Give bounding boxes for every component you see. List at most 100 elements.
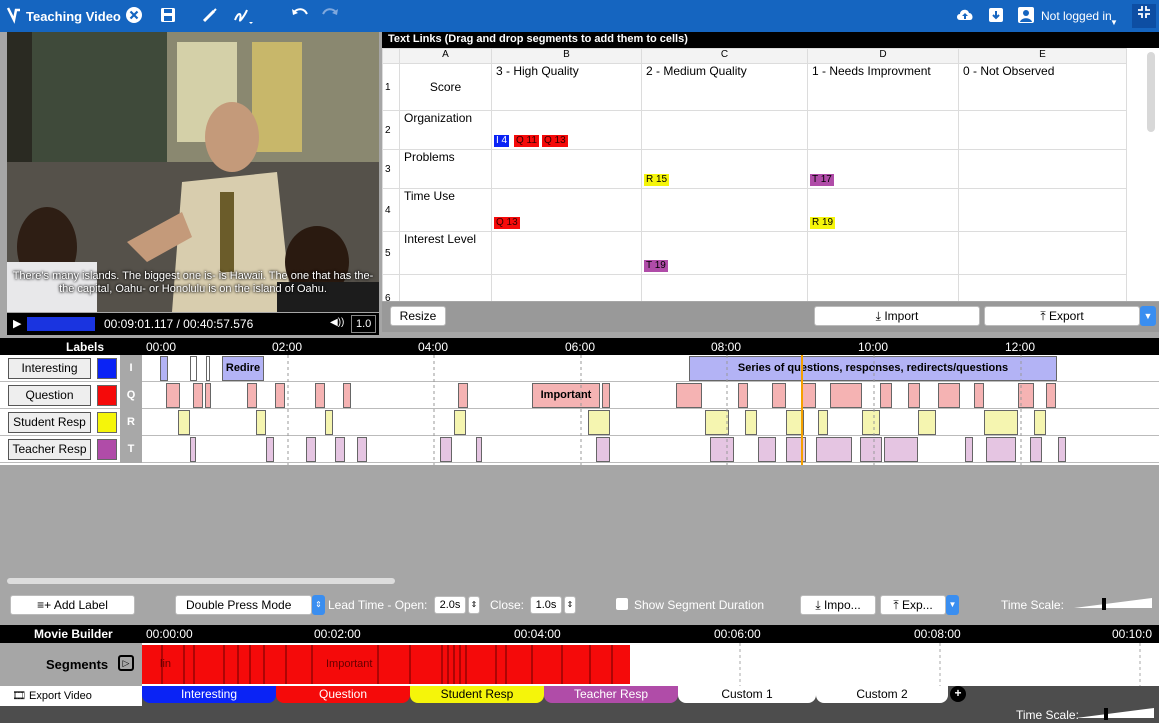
redo-icon[interactable]	[320, 6, 340, 26]
segment-chip[interactable]: Q 11	[514, 135, 539, 147]
segment-chip[interactable]: R 15	[644, 174, 670, 186]
segment-chip[interactable]: T 19	[644, 260, 668, 272]
upload-icon: ⤒	[893, 598, 902, 612]
user-icon[interactable]	[1016, 6, 1036, 26]
import-button[interactable]: ⤓ Impo...	[800, 595, 876, 615]
tab-question[interactable]: Question	[276, 686, 410, 703]
cell[interactable]	[958, 110, 1127, 150]
movie-segment-text: lin	[160, 658, 172, 670]
cell[interactable]	[491, 274, 642, 301]
import-button[interactable]: ⤓ Import	[814, 306, 980, 326]
lead-open-input[interactable]: 2.0s	[434, 596, 466, 614]
play-icon[interactable]: ▶	[13, 317, 21, 330]
cell[interactable]: R 15	[641, 149, 808, 189]
close-input[interactable]: 1.0s	[530, 596, 562, 614]
tab-interesting[interactable]: Interesting	[142, 686, 276, 703]
cell[interactable]	[641, 188, 808, 232]
cell[interactable]	[491, 149, 642, 189]
show-duration-checkbox[interactable]	[616, 598, 628, 610]
movie-segments-row[interactable]: Segments ▷ lin Important	[0, 643, 1159, 686]
cell[interactable]: T 17	[807, 149, 959, 189]
video-player[interactable]: There's many islands. The biggest one is…	[7, 32, 379, 312]
time-tick: 06:00	[565, 340, 596, 354]
cell[interactable]	[641, 274, 808, 301]
labels-header: Labels	[66, 340, 105, 354]
cell[interactable]	[958, 149, 1127, 189]
save-icon[interactable]	[158, 6, 178, 26]
cell[interactable]: Problems	[399, 149, 492, 189]
movie-builder-header: Movie Builder	[34, 627, 113, 641]
timeline-scrollbar[interactable]	[7, 578, 395, 584]
column-header[interactable]: E	[958, 48, 1127, 64]
cloud-upload-icon[interactable]	[955, 6, 975, 26]
tab-custom-2[interactable]: Custom 2	[816, 686, 948, 703]
add-label-button[interactable]: ≡+ Add Label	[10, 595, 135, 615]
cell[interactable]: Score	[399, 63, 492, 111]
collapse-icon[interactable]	[1132, 4, 1156, 28]
stepper-icon[interactable]: ⇕	[468, 596, 480, 614]
undo-icon[interactable]	[290, 6, 310, 26]
grid-scrollbar[interactable]	[1147, 52, 1155, 132]
segment-chip[interactable]: R 19	[810, 217, 836, 229]
playback-speed[interactable]: 1.0	[351, 315, 377, 333]
cell[interactable]	[399, 274, 492, 301]
cell[interactable]: 1 - Needs Improvment	[807, 63, 959, 111]
cell[interactable]	[641, 110, 808, 150]
cell[interactable]	[958, 231, 1127, 275]
time-scale-slider[interactable]	[1072, 596, 1154, 612]
video-title: Teaching Video	[26, 9, 121, 24]
movie-builder-footer: 🎞 Export Video Interesting Question Stud…	[0, 686, 1159, 723]
volume-icon[interactable]: ◀))	[330, 317, 344, 328]
download-box-icon[interactable]	[986, 6, 1006, 26]
cell[interactable]: Interest Level	[399, 231, 492, 275]
cell[interactable]	[807, 110, 959, 150]
chevron-updown-icon[interactable]: ⇕	[312, 595, 325, 615]
cell[interactable]: T 19	[641, 231, 808, 275]
stepper-icon[interactable]: ⇕	[564, 596, 576, 614]
column-header[interactable]: C	[641, 48, 808, 64]
add-tab-icon[interactable]: +	[950, 686, 966, 702]
progress-bar[interactable]	[27, 317, 95, 331]
tab-teacher-resp[interactable]: Teacher Resp	[544, 686, 678, 703]
export-button[interactable]: ⤒ Exp...	[880, 595, 946, 615]
column-header[interactable]: D	[807, 48, 959, 64]
play-icon[interactable]: ▷	[118, 655, 134, 671]
app-logo-icon	[4, 6, 24, 26]
cell[interactable]: Q 13	[491, 188, 642, 232]
segment-chip[interactable]: I 4	[494, 135, 510, 147]
timeline-tracks[interactable]: Interesting I Redire Series of questions…	[0, 355, 1159, 465]
chevron-down-icon[interactable]: ▼	[1110, 18, 1118, 27]
mode-select[interactable]: Double Press Mode	[175, 595, 312, 615]
segment-chip[interactable]: T 17	[810, 174, 834, 186]
cell[interactable]	[807, 274, 959, 301]
cell[interactable]	[958, 274, 1127, 301]
segment-chip[interactable]: Q 13	[542, 135, 568, 147]
segment-chip[interactable]: Q 13	[494, 217, 520, 229]
add-list-icon: ≡+	[37, 598, 54, 612]
chevron-down-icon[interactable]: ▼	[1140, 306, 1156, 326]
cell[interactable]: Time Use	[399, 188, 492, 232]
cell[interactable]: R 19	[807, 188, 959, 232]
resize-button[interactable]: Resize	[390, 306, 446, 326]
export-button[interactable]: ⤒ Export	[984, 306, 1140, 326]
close-icon[interactable]	[124, 6, 144, 26]
cell[interactable]: 0 - Not Observed	[958, 63, 1127, 111]
cell[interactable]: 2 - Medium Quality	[641, 63, 808, 111]
cell[interactable]: I 4 Q 11 Q 13	[491, 110, 642, 150]
login-status[interactable]: Not logged in	[1041, 9, 1112, 23]
cell[interactable]	[491, 231, 642, 275]
cell[interactable]: Organization	[399, 110, 492, 150]
tab-custom-1[interactable]: Custom 1	[678, 686, 816, 703]
pen-icon[interactable]	[200, 6, 220, 26]
cell[interactable]	[958, 188, 1127, 232]
column-header[interactable]: A	[399, 48, 492, 64]
export-video-button[interactable]: 🎞 Export Video	[0, 686, 142, 706]
time-scale-slider[interactable]	[1074, 706, 1156, 722]
cell[interactable]: 3 - High Quality	[491, 63, 642, 111]
cell[interactable]	[807, 231, 959, 275]
column-header[interactable]: B	[491, 48, 642, 64]
tab-student-resp[interactable]: Student Resp	[410, 686, 544, 703]
time-tick: 00:02:00	[314, 627, 361, 641]
pen-tool-icon[interactable]	[232, 6, 253, 26]
chevron-down-icon[interactable]: ▼	[946, 595, 959, 615]
